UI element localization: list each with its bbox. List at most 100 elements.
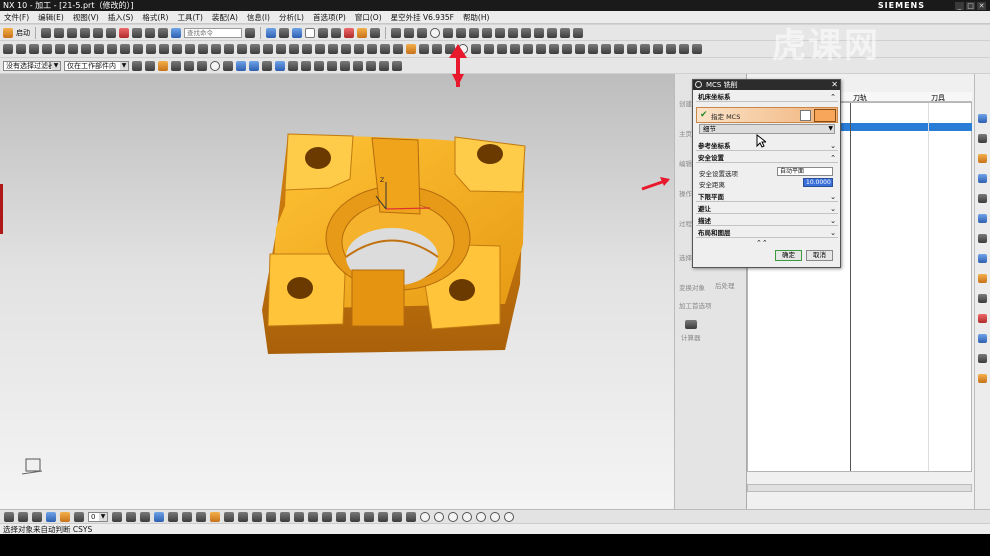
shell-icon[interactable] [601, 44, 611, 54]
torus-icon[interactable] [462, 511, 472, 522]
start-icon[interactable] [3, 27, 13, 38]
search-icon[interactable] [245, 27, 255, 38]
expand-more-icon[interactable]: ⌃⌃ [756, 239, 768, 247]
intersect-icon[interactable] [653, 44, 663, 54]
nav-transform[interactable]: 变换对象 [679, 282, 705, 292]
history-icon[interactable] [978, 134, 987, 143]
face-icon[interactable] [366, 60, 376, 71]
hole-icon[interactable] [536, 44, 546, 54]
list-icon[interactable] [380, 44, 390, 54]
graphics-viewport[interactable]: Z [0, 74, 674, 509]
nav-process[interactable]: 过程 [679, 218, 692, 228]
arc-center-icon[interactable] [327, 60, 337, 71]
nav-calculator[interactable]: 计算器 [681, 332, 701, 342]
start-button[interactable]: 启动 [16, 28, 30, 38]
layer-icon[interactable] [331, 27, 341, 38]
nav-create[interactable]: 创建 [679, 98, 692, 108]
menu-plugin[interactable]: 星空外挂 V6.935F [391, 12, 454, 23]
section-description[interactable]: 描述 ⌄ [696, 216, 838, 226]
horizontal-scrollbar[interactable] [747, 484, 972, 492]
control-point-icon[interactable] [197, 60, 207, 71]
retract-icon[interactable] [276, 44, 286, 54]
line-icon[interactable] [308, 511, 318, 522]
unite-icon[interactable] [627, 44, 637, 54]
menu-view[interactable]: 视图(V) [73, 12, 99, 23]
trim-curve-icon[interactable] [406, 511, 416, 522]
training-icon[interactable] [978, 374, 987, 383]
speed-icon[interactable] [211, 44, 221, 54]
corner-icon[interactable] [302, 44, 312, 54]
wcs-save-icon[interactable] [210, 511, 220, 522]
depth-icon[interactable] [250, 44, 260, 54]
engage-icon[interactable] [263, 44, 273, 54]
selection-scope-select[interactable]: 仅在工作部件内 ▼ [64, 60, 129, 71]
tangent-icon[interactable] [340, 60, 350, 71]
lock-icon[interactable] [393, 44, 403, 54]
sketch-arc-icon[interactable] [404, 27, 414, 38]
wcs-display-icon[interactable] [196, 511, 206, 522]
process-studio-icon[interactable] [978, 294, 987, 303]
draft-icon[interactable] [614, 44, 624, 54]
snap-center-icon[interactable] [266, 511, 276, 522]
repeat-command-icon[interactable] [158, 27, 168, 38]
menu-window[interactable]: 窗口(O) [355, 12, 382, 23]
manufacturing-wizard-icon[interactable] [978, 314, 987, 323]
sphere-icon[interactable] [448, 511, 458, 522]
nav-operation[interactable]: 操作 [679, 188, 692, 198]
extrude-icon[interactable] [510, 44, 520, 54]
datum-axis-icon[interactable] [490, 511, 500, 522]
minimize-button[interactable]: _ [955, 1, 964, 10]
quadrant-point-icon[interactable] [223, 60, 233, 71]
delete-icon[interactable] [119, 27, 129, 38]
sketch-pattern-icon[interactable] [508, 27, 518, 38]
sketch-polygon-icon[interactable] [573, 27, 583, 38]
solid-body-icon[interactable] [236, 60, 246, 71]
layer-move-icon[interactable] [112, 511, 122, 522]
sketch-dimension-icon[interactable] [534, 27, 544, 38]
touch-mode-icon[interactable] [171, 27, 181, 38]
menu-edit[interactable]: 编辑(E) [38, 12, 64, 23]
new-file-icon[interactable] [41, 27, 51, 38]
mid-point-icon[interactable] [184, 60, 194, 71]
intersection-icon[interactable] [301, 60, 311, 71]
generate-icon[interactable] [133, 44, 143, 54]
simulate-icon[interactable] [159, 44, 169, 54]
number-select[interactable]: 0 ▼ [88, 511, 108, 522]
sketch-rect-icon[interactable] [417, 27, 427, 38]
replay-icon[interactable] [367, 44, 377, 54]
layer-visible-icon[interactable] [140, 511, 150, 522]
calculator-icon[interactable] [685, 320, 697, 329]
menu-preferences[interactable]: 首选项(P) [313, 12, 346, 23]
edge-icon[interactable] [379, 60, 389, 71]
arrow-right-icon[interactable] [42, 44, 52, 54]
redo-icon[interactable] [145, 27, 155, 38]
offset-face-icon[interactable] [692, 44, 702, 54]
tolerance-icon[interactable] [328, 44, 338, 54]
menu-info[interactable]: 信息(I) [247, 12, 270, 23]
collision-icon[interactable] [354, 44, 364, 54]
command-search-input[interactable]: 查找命令 [184, 27, 242, 38]
wireframe-icon[interactable] [305, 27, 315, 38]
wcs-icon[interactable] [262, 60, 272, 71]
type-filter-select[interactable]: 没有选择过滤器 ▼ [3, 60, 61, 71]
pointer-icon[interactable] [55, 44, 65, 54]
verify-icon[interactable] [146, 44, 156, 54]
orient-view-icon[interactable] [318, 27, 328, 38]
box-icon[interactable] [74, 511, 84, 522]
section-layout-layer[interactable]: 布局和图层 ⌄ [696, 228, 838, 238]
snap-point-icon[interactable] [158, 60, 168, 71]
add-icon[interactable] [18, 511, 28, 522]
pocket-icon[interactable] [562, 44, 572, 54]
menu-file[interactable]: 文件(F) [4, 12, 29, 23]
menu-insert[interactable]: 插入(S) [108, 12, 134, 23]
maximize-button[interactable]: □ [966, 1, 975, 10]
ok-button[interactable]: 确定 [775, 250, 802, 261]
snap-quadrant-icon[interactable] [280, 511, 290, 522]
close-button[interactable]: ✕ [977, 1, 986, 10]
safe-distance-input[interactable]: 10.0000 [803, 178, 833, 187]
section-lower-limit[interactable]: 下限平面 ⌄ [696, 192, 838, 202]
menu-assembly[interactable]: 装配(A) [212, 12, 238, 23]
feed-icon[interactable] [198, 44, 208, 54]
clearance-option-select[interactable]: 自动平面 [777, 167, 833, 176]
cylinder-icon[interactable] [497, 44, 507, 54]
